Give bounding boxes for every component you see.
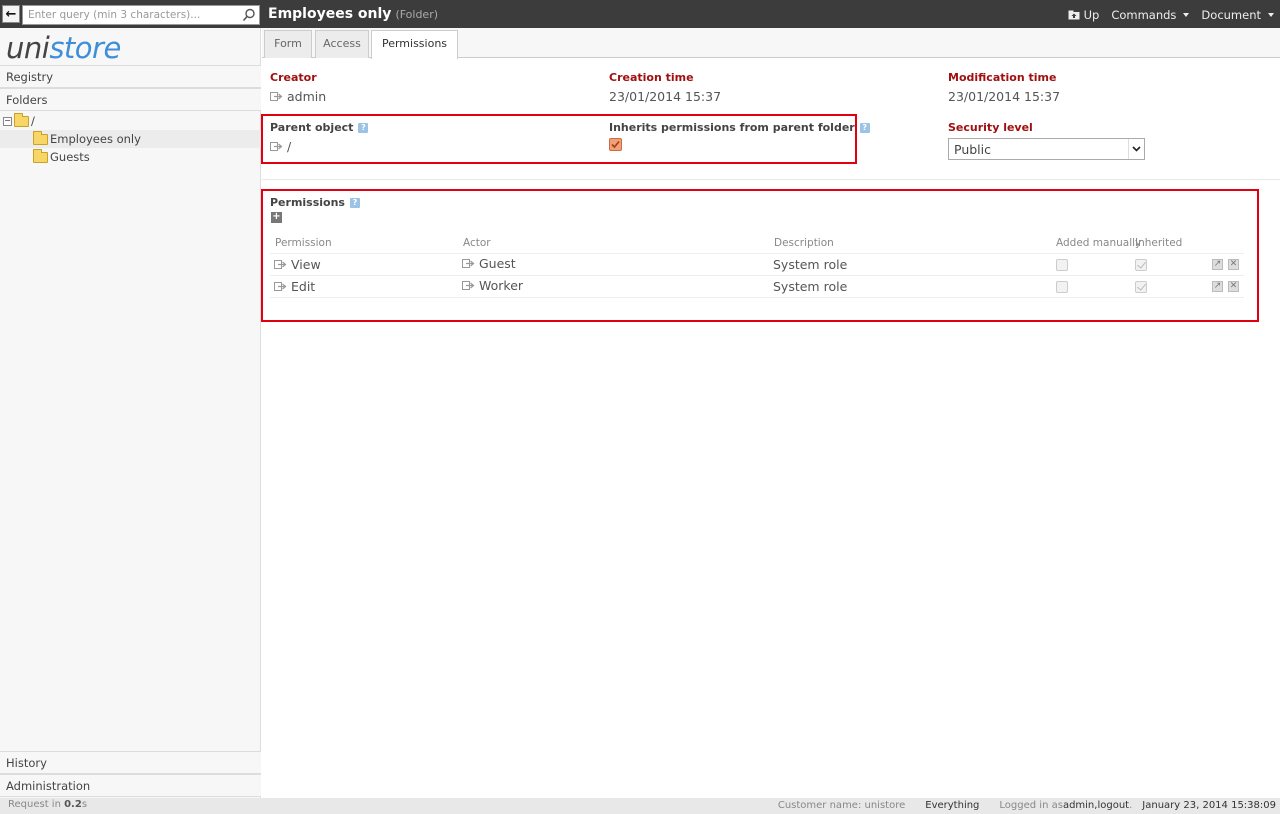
help-icon[interactable]: ? [859,123,870,133]
link-arrow-icon [270,92,283,101]
sidebar-item-history[interactable]: History [0,751,261,774]
document-menu[interactable]: Document [1201,8,1274,22]
page-title-text: Employees only [268,6,392,22]
tree-node-employees-only[interactable]: Employees only [0,130,261,148]
modification-time-label: Modification time [948,71,1057,84]
sidebar-item-registry[interactable]: Registry [0,65,261,88]
tree-node-label: Guests [50,150,90,164]
folder-icon [33,130,48,145]
search-icon[interactable] [242,8,256,22]
logo-uni: uni [6,31,50,65]
history-label: History [6,756,47,770]
caret-down-icon [1183,13,1190,17]
datetime: January 23, 2014 15:38:09 [1142,800,1276,811]
top-nav: Up Commands Document [1068,8,1274,22]
highlight-box-permissions [261,189,1259,322]
user-link[interactable]: admin [1063,800,1094,811]
creation-time-label: Creation time [609,71,694,84]
creator-label: Creator [270,71,317,84]
divider [262,179,1280,180]
everything-link[interactable]: Everything [925,800,979,811]
tab-form[interactable]: Form [264,30,312,58]
security-level-label: Security level [948,121,1033,134]
folder-up-icon [1068,10,1080,20]
logo-store: store [49,31,121,65]
folder-icon [33,148,48,163]
page-title: Employees only (Folder) [268,6,438,22]
main-content: Creator admin Creation time 23/01/2014 1… [261,58,1280,798]
registry-label: Registry [6,70,54,84]
up-button[interactable]: Up [1068,8,1100,22]
tree-node-guests[interactable]: Guests [0,148,261,166]
tab-label: Form [274,37,302,50]
folders-label: Folders [6,93,48,107]
logged-in-prefix: Logged in as [999,800,1063,811]
creator-name: admin [287,89,327,104]
security-level-value: Public [954,142,991,157]
chevron-down-icon [1128,139,1144,159]
creation-time-value: 23/01/2014 15:37 [609,89,722,104]
up-label: Up [1083,8,1100,22]
security-level-select[interactable]: Public [948,138,1145,160]
sidebar: unistore Registry Folders − / Employees … [0,28,261,798]
tab-label: Access [323,37,361,50]
collapse-icon[interactable]: − [3,116,12,126]
logo: unistore [6,32,121,64]
commands-menu[interactable]: Commands [1111,8,1190,22]
tree-node-root[interactable]: − / [0,112,261,130]
request-time-value: 0.2 [64,799,82,810]
administration-label: Administration [6,779,91,793]
status-right: Customer name: unistore Everything Logge… [778,800,1276,811]
tab-access[interactable]: Access [315,30,369,58]
customer-name: Customer name: unistore [777,800,906,811]
tab-label: Permissions [381,37,448,50]
tree-node-label: / [31,114,35,128]
modification-time-value: 23/01/2014 15:37 [948,89,1061,104]
logout-link[interactable]: logout [1097,800,1129,811]
highlight-box-parent [261,114,857,164]
request-prefix: Request in [8,799,65,810]
page-type: (Folder) [395,8,439,21]
search-input[interactable] [23,6,235,24]
sidebar-item-administration[interactable]: Administration [0,774,261,797]
caret-down-icon [1268,13,1274,17]
sidebar-item-folders[interactable]: Folders [0,88,261,111]
top-bar: ← Employees only(Folder) Up Commands Doc… [0,0,1280,28]
folder-icon [14,112,29,127]
request-time: Request in 0.2s [8,799,87,810]
request-suffix: s [81,799,88,810]
creator-value[interactable]: admin [270,89,326,104]
folder-tree: − / Employees only Guests [0,112,261,166]
commands-label: Commands [1111,8,1177,22]
search-box [22,5,260,25]
document-label: Document [1201,8,1261,22]
back-arrow-icon[interactable]: ← [2,5,20,23]
tree-node-label: Employees only [50,132,141,146]
tab-permissions[interactable]: Permissions [371,30,458,59]
status-bar: Request in 0.2s Customer name: unistore … [0,798,1280,814]
tab-bar: Form Access Permissions [262,28,1280,59]
